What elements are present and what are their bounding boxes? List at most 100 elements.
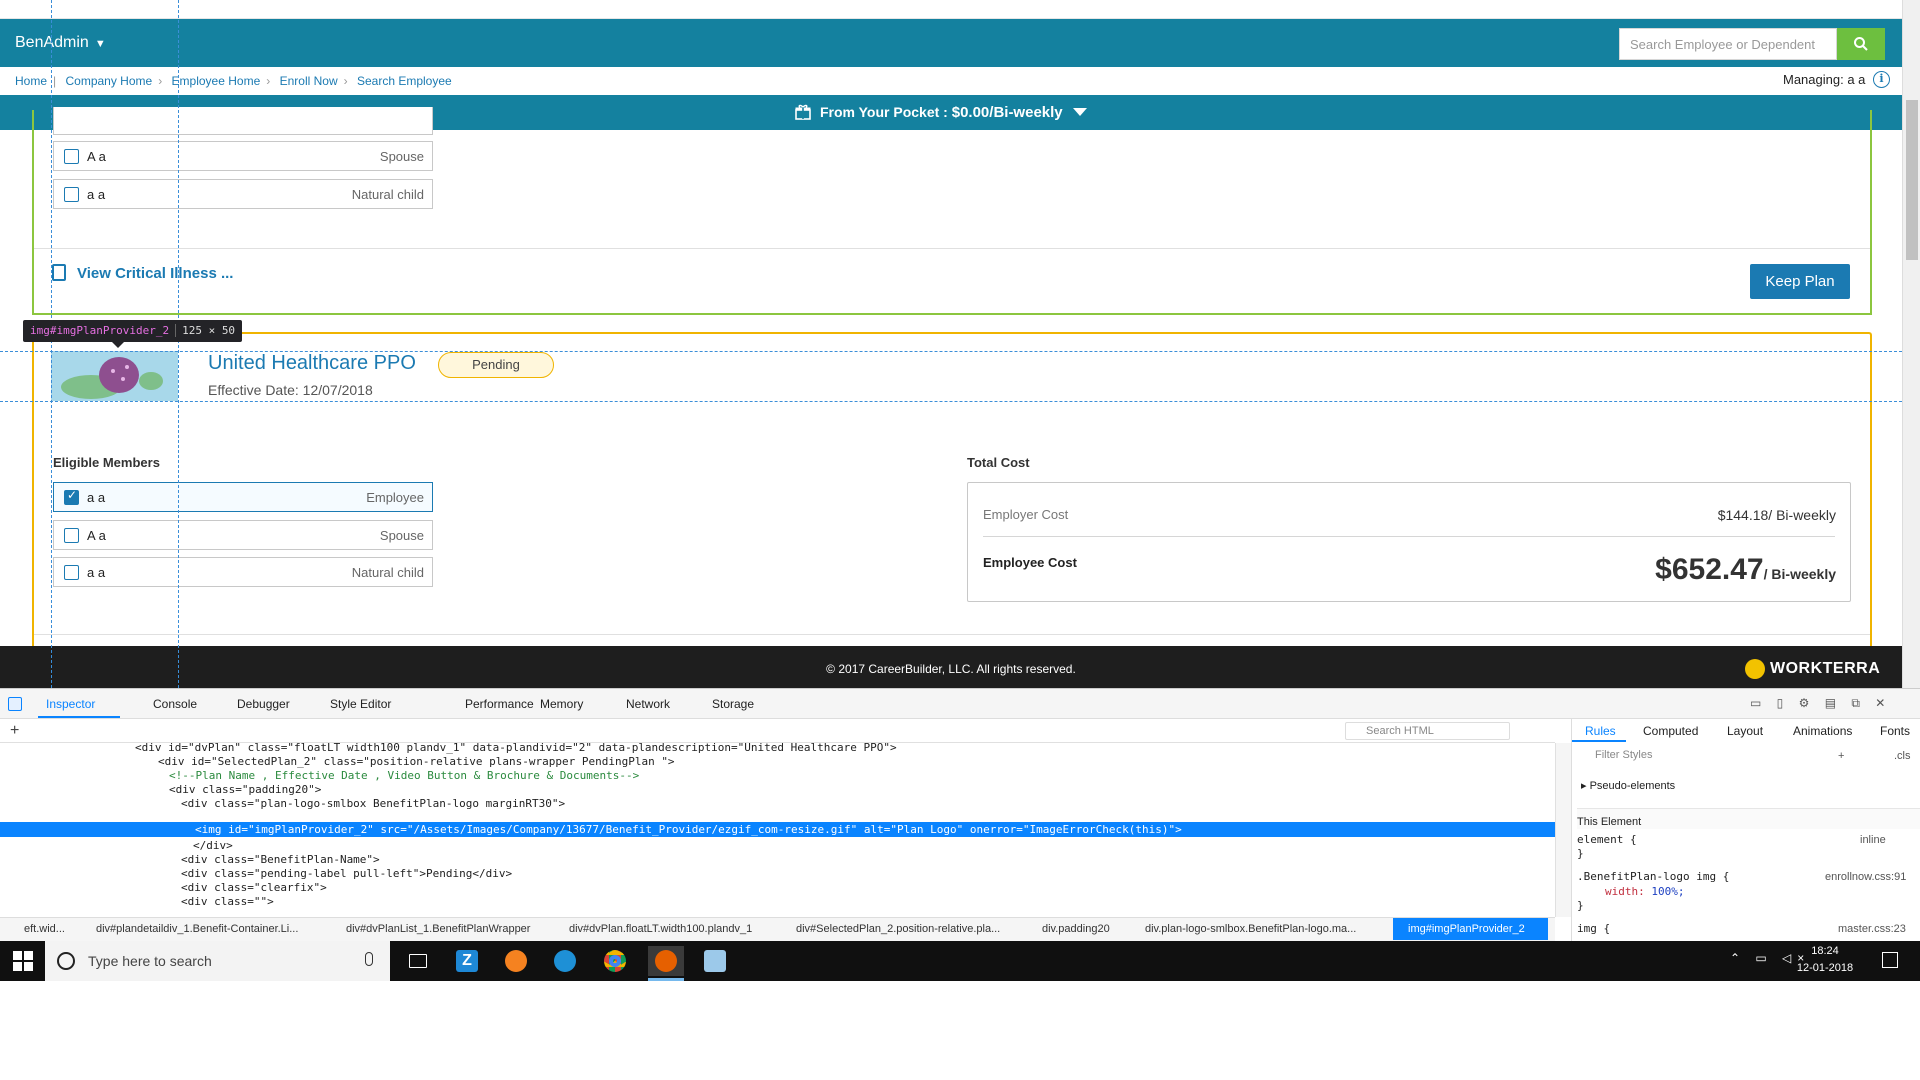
breadcrumb-search-employee[interactable]: Search Employee [357, 74, 452, 88]
filter-styles-input[interactable]: Filter Styles [1575, 746, 1785, 766]
member-relation: Natural child [351, 565, 424, 580]
breadcrumb-home[interactable]: Home [15, 74, 47, 88]
tab-rules[interactable]: Rules [1585, 724, 1616, 738]
markup-line[interactable]: <div class="BenefitPlan-Name"> [181, 853, 380, 867]
chrome-icon[interactable] [597, 946, 633, 976]
rule-selector-text: .BenefitPlan-logo img [1577, 870, 1717, 883]
markup-line[interactable]: <div class="padding20"> [169, 783, 321, 797]
markup-scrollbar[interactable] [1555, 743, 1571, 917]
node-breadcrumb[interactable]: div#plandetaildiv_1.Benefit-Container.Li… [96, 923, 298, 935]
highlight-guide-vertical [51, 0, 52, 688]
node-breadcrumb[interactable]: div.plan-logo-smlbox.BenefitPlan-logo.ma… [1145, 923, 1356, 935]
eligible-members-heading: Eligible Members [53, 455, 160, 470]
node-breadcrumb[interactable]: div#dvPlan.floatLT.width100.plandv_1 [569, 923, 752, 935]
employee-cost-amount: $652.47 [1655, 553, 1764, 586]
tab-storage[interactable]: Storage [712, 697, 754, 711]
clock-time[interactable]: 18:24 [1790, 945, 1860, 957]
view-critical-illness-link[interactable]: View Critical Illness ... [77, 265, 233, 282]
devtools-window-controls[interactable]: ▭ ▯ ⚙ ▤ ⧉ ✕ [1750, 696, 1891, 711]
firefox-nightly-icon[interactable] [498, 946, 534, 976]
member-checkbox[interactable] [64, 528, 79, 543]
search-html-input[interactable]: Search HTML [1345, 722, 1510, 740]
search-button[interactable] [1837, 28, 1885, 60]
node-breadcrumb[interactable]: div#SelectedPlan_2.position-relative.pla… [796, 923, 1000, 935]
plan2-member-row[interactable]: A a Spouse [53, 520, 433, 550]
employee-search-input[interactable]: Search Employee or Dependent [1619, 28, 1837, 60]
breadcrumb-separator: › [343, 74, 348, 88]
element-picker-icon[interactable] [8, 697, 22, 711]
markup-comment-line[interactable]: <!--Plan Name , Effective Date , Video B… [169, 769, 639, 783]
node-breadcrumb[interactable]: div.padding20 [1042, 923, 1110, 935]
breadcrumb-company-home[interactable]: Company Home [65, 74, 152, 88]
rule-source[interactable]: master.css:23 [1838, 922, 1906, 936]
tab-computed[interactable]: Computed [1643, 724, 1698, 738]
markup-line[interactable]: </div> [193, 839, 233, 853]
tab-debugger[interactable]: Debugger [237, 697, 290, 711]
rule-declaration[interactable]: width: 100%; [1605, 885, 1685, 899]
employee-cost-value: $652.47/ Bi-weekly [1620, 553, 1836, 587]
markup-line[interactable]: <div class="plan-logo-smlbox BenefitPlan… [181, 797, 565, 811]
tab-console[interactable]: Console [153, 697, 197, 711]
plan1-member-row[interactable]: A a Spouse [53, 141, 433, 171]
firefox-icon[interactable] [648, 946, 684, 976]
markup-line[interactable]: <div id="dvPlan" class="floatLT width100… [135, 741, 897, 755]
rule-selector-text: element [1577, 833, 1624, 846]
microphone-icon[interactable] [365, 952, 373, 966]
member-checkbox[interactable] [64, 565, 79, 580]
rule-selector[interactable]: element { [1577, 833, 1637, 847]
member-checkbox[interactable] [64, 149, 79, 164]
rule-source[interactable]: enrollnow.css:91 [1825, 870, 1906, 884]
rule-source[interactable]: inline [1860, 833, 1886, 847]
tab-style-editor[interactable]: Style Editor [330, 697, 391, 711]
info-icon[interactable]: i [1873, 71, 1890, 88]
tab-memory[interactable]: Memory [540, 697, 583, 711]
breadcrumb-enroll-now[interactable]: Enroll Now [280, 74, 338, 88]
checkmark-icon: ✓ [67, 488, 78, 502]
markup-line[interactable]: <div id="SelectedPlan_2" class="position… [158, 755, 675, 769]
turtle-logo-image [51, 351, 178, 401]
workterra-logo-text: WORKTERRA [1770, 660, 1881, 677]
add-rule-icon[interactable]: + [1838, 749, 1844, 763]
this-element-heading: This Element [1577, 808, 1920, 829]
rule-close-brace: } [1577, 847, 1584, 860]
member-name: a a [87, 490, 106, 505]
rule-value: 100%; [1651, 885, 1685, 898]
tab-network[interactable]: Network [626, 697, 670, 711]
plan-name[interactable]: United Healthcare PPO [208, 352, 416, 375]
keep-plan-button[interactable]: Keep Plan [1750, 264, 1850, 299]
plan1-member-row[interactable]: a a Natural child [53, 179, 433, 209]
zoom-app-icon[interactable]: Z [449, 946, 485, 976]
windows-start-icon[interactable] [13, 951, 33, 971]
node-breadcrumb[interactable]: div#dvPlanList_1.BenefitPlanWrapper [346, 923, 530, 935]
rule-selector[interactable]: img { [1577, 922, 1610, 936]
task-view-icon[interactable] [400, 946, 436, 976]
tab-performance[interactable]: Performance [465, 697, 534, 711]
markup-line[interactable]: <div class=""> [181, 895, 274, 907]
notepad-app-icon[interactable] [697, 946, 733, 976]
breadcrumb-separator: › [266, 74, 271, 88]
markup-line-selected[interactable]: <img id="imgPlanProvider_2" src="/Assets… [195, 823, 1182, 837]
plan-provider-logo [51, 351, 178, 401]
plan2-member-row[interactable]: a a Natural child [53, 557, 433, 587]
notification-icon[interactable] [1882, 952, 1898, 968]
edge-app-icon[interactable] [547, 946, 583, 976]
element-highlight-tooltip: img#imgPlanProvider_2 125 × 50 [23, 320, 243, 342]
markup-line[interactable]: <div class="pending-label pull-left">Pen… [181, 867, 512, 881]
clock-date[interactable]: 12-01-2018 [1790, 962, 1860, 974]
rule-selector[interactable]: .BenefitPlan-logo img { [1577, 870, 1729, 884]
tab-animations[interactable]: Animations [1793, 724, 1852, 738]
toggle-classes-button[interactable]: .cls [1894, 749, 1911, 763]
tab-fonts[interactable]: Fonts [1880, 724, 1910, 738]
member-checkbox[interactable] [64, 187, 79, 202]
add-node-icon[interactable]: + [10, 722, 19, 740]
brand-menu[interactable]: BenAdmin ▼ [15, 34, 106, 52]
plan2-member-row[interactable]: ✓ a a Employee [53, 482, 433, 512]
node-breadcrumb[interactable]: eft.wid... [24, 923, 65, 935]
pseudo-elements-toggle[interactable]: ▸ Pseudo-elements [1581, 779, 1675, 793]
tab-layout[interactable]: Layout [1727, 724, 1763, 738]
node-breadcrumb-active-label[interactable]: img#imgPlanProvider_2 [1408, 923, 1525, 935]
markup-line[interactable]: <div class="clearfix"> [181, 881, 327, 895]
tab-inspector[interactable]: Inspector [46, 697, 95, 711]
page-scrollbar-thumb[interactable] [1906, 100, 1918, 260]
breadcrumb-employee-home[interactable]: Employee Home [172, 74, 261, 88]
